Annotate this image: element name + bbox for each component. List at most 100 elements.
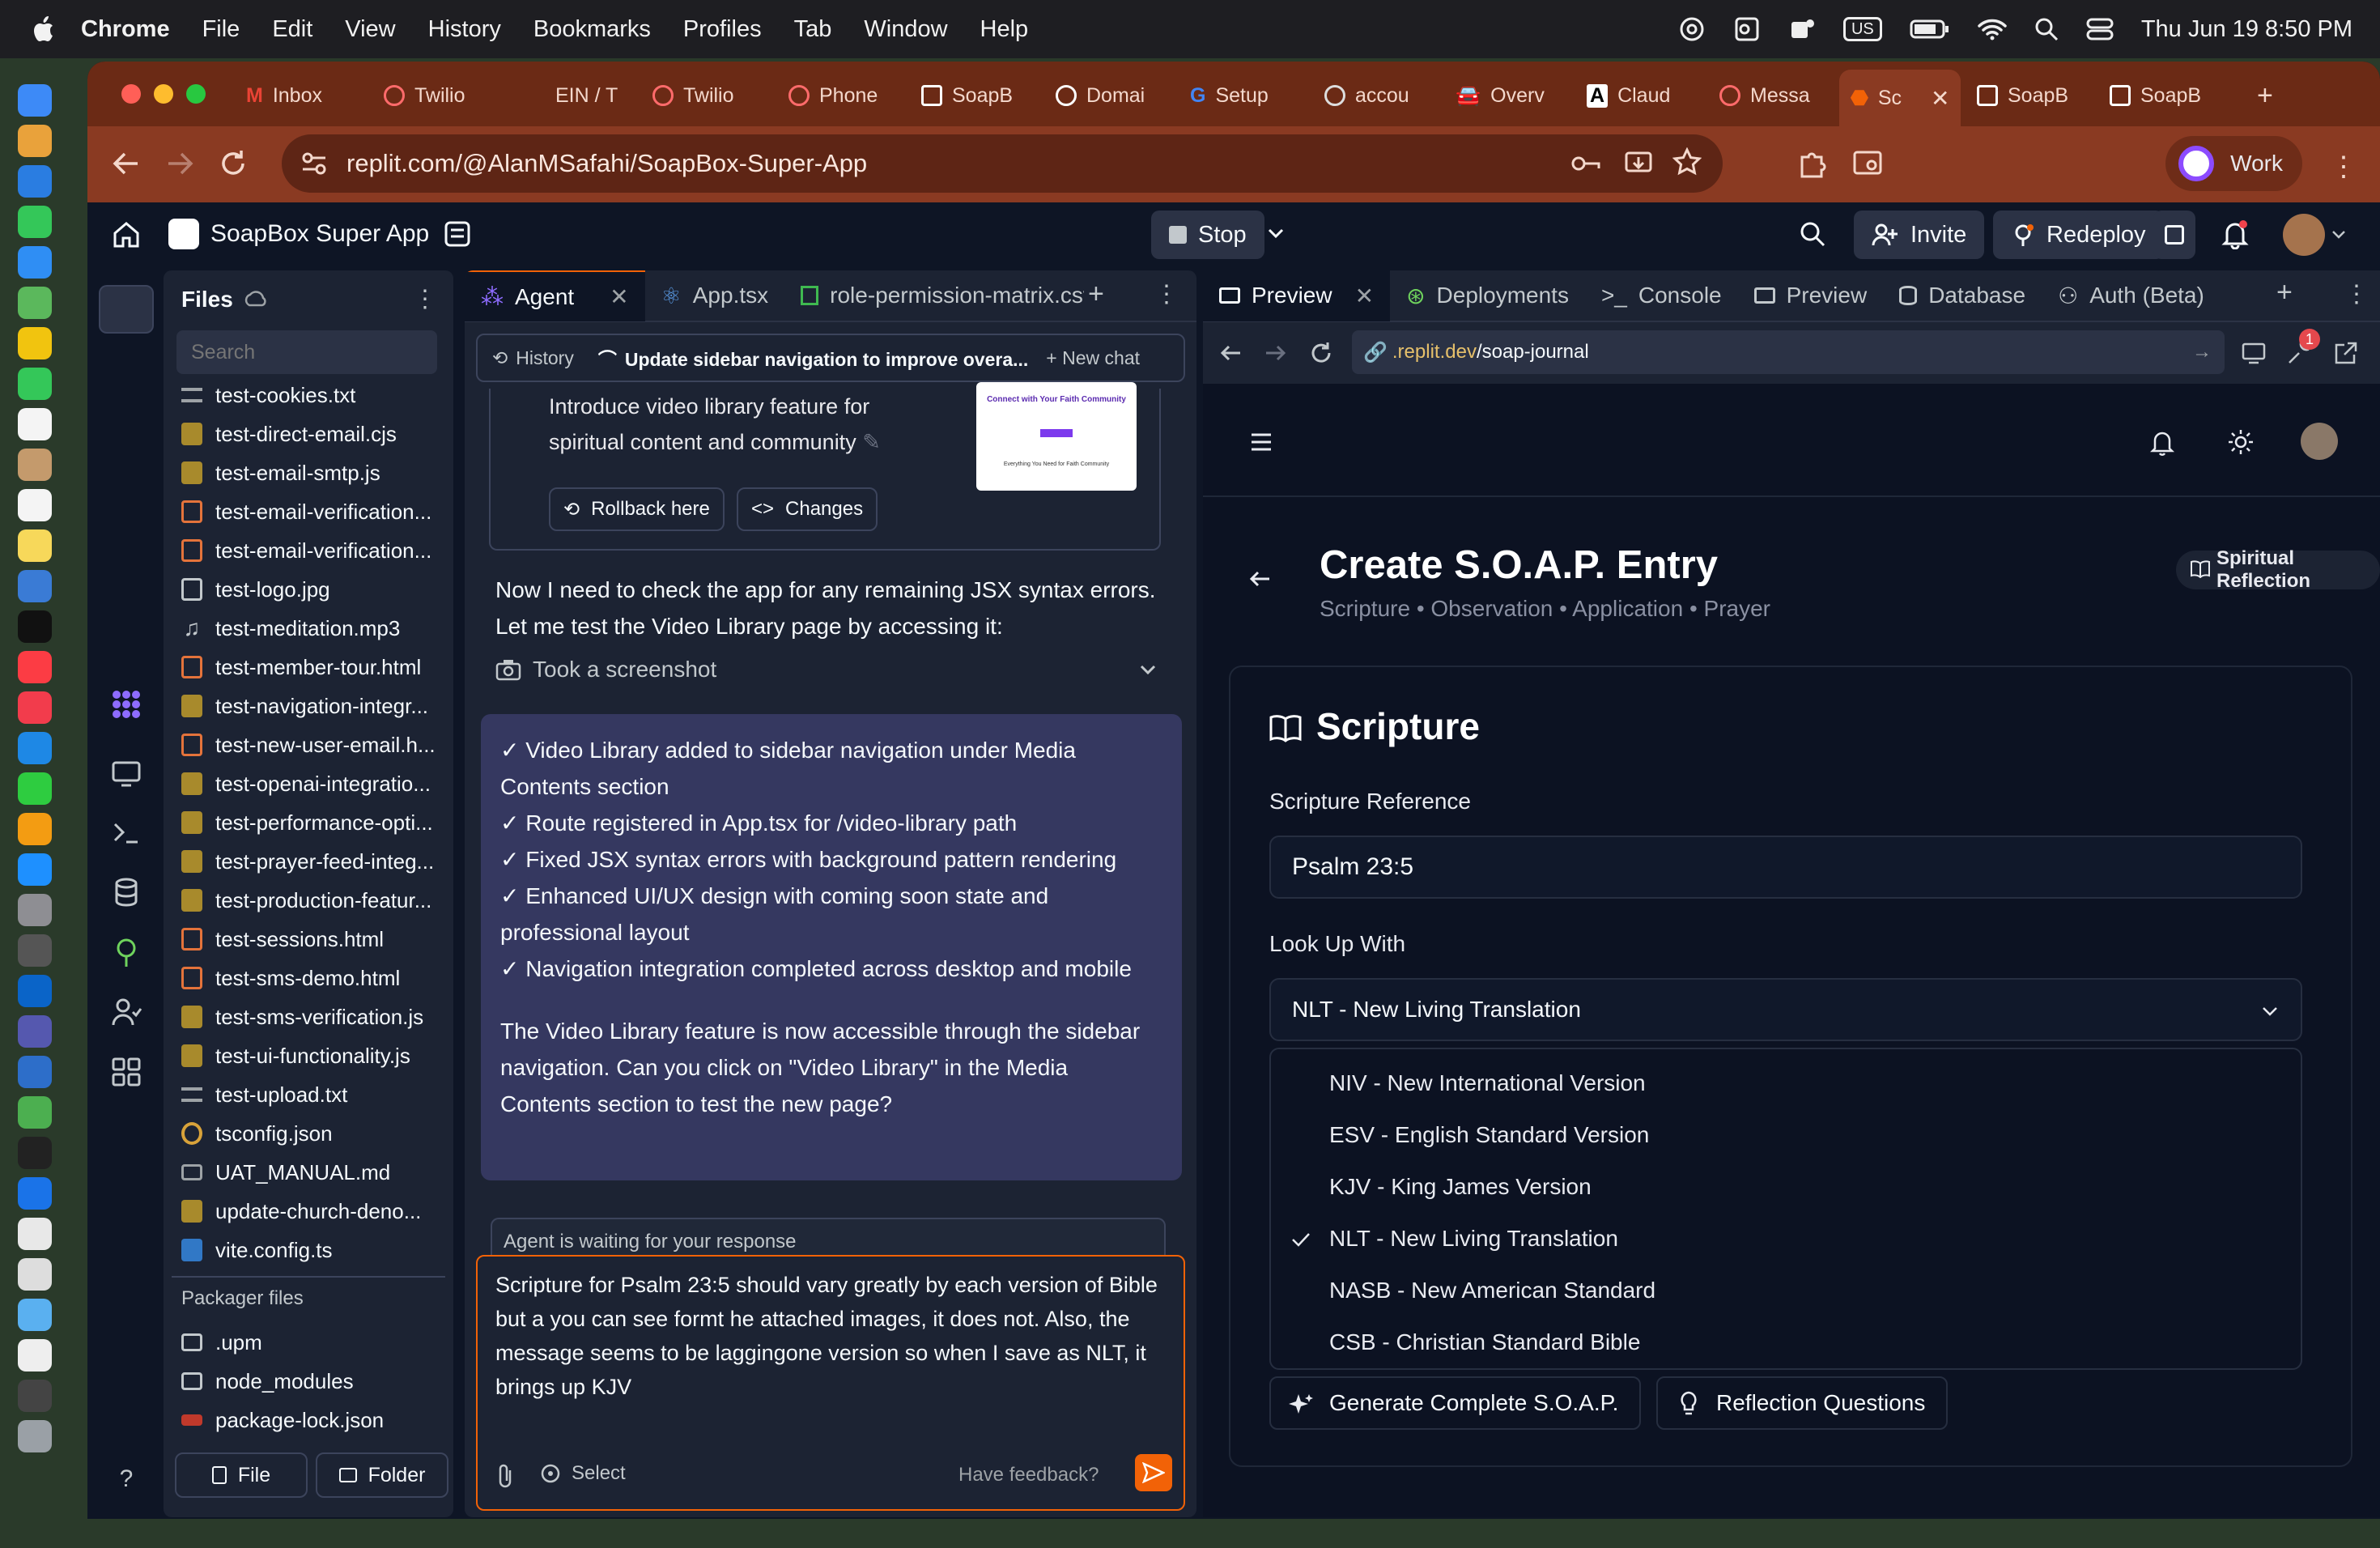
translation-option[interactable]: ESV - English Standard Version [1329,1109,1649,1161]
dock-numbers-icon[interactable] [18,772,52,805]
webview-forward-icon[interactable] [1263,340,1289,366]
translation-option[interactable]: KJV - King James Version [1329,1161,1592,1213]
extensions-icon[interactable] [1796,147,1828,180]
bookmark-star-icon[interactable] [1672,147,1702,176]
menu-help[interactable]: Help [980,16,1029,43]
dock-iphone-mirror-icon[interactable] [18,934,52,967]
expand-chevron-icon[interactable] [1137,658,1159,681]
chrome-menu-icon[interactable]: ⋮ [2330,151,2357,183]
back-icon[interactable] [110,147,142,180]
redeploy-button[interactable]: Redeploy [1993,211,2164,259]
rollback-button[interactable]: ⟲ Rollback here [549,487,725,531]
chat-input-text[interactable]: Scripture for Psalm 23:5 should vary gre… [495,1268,1167,1404]
status-at-icon[interactable] [1678,15,1706,43]
dock-outlook-icon[interactable] [18,975,52,1007]
tab-app-tsx[interactable]: ⚛ App.tsx [645,270,785,321]
panel-menu-icon[interactable]: ⋮ [2344,280,2369,308]
stop-button[interactable]: Stop [1151,211,1264,259]
deployment-status-button[interactable] [2153,211,2195,259]
tab-console[interactable]: >_ Console [1585,270,1738,321]
file-item[interactable]: test-openai-integratio... [181,764,448,803]
file-item[interactable]: vite.config.ts [181,1231,448,1269]
dock-facetime-icon[interactable] [18,368,52,400]
translation-option[interactable]: NIV - New International Version [1329,1057,1646,1109]
apple-logo-icon[interactable] [32,15,57,43]
site-settings-icon[interactable] [300,149,329,178]
send-button[interactable] [1135,1454,1172,1491]
tab-twilio-1[interactable]: Twilio [384,73,465,118]
tab-setup[interactable]: G Setup [1190,73,1269,118]
packager-item[interactable]: node_modules [181,1362,448,1401]
reflection-questions-button[interactable]: Reflection Questions [1656,1376,1949,1430]
dock-contacts-icon[interactable] [18,449,52,481]
install-app-icon[interactable] [1624,149,1653,178]
open-url-arrow-icon[interactable]: → [2192,341,2212,364]
files-menu-icon[interactable]: ⋮ [413,285,437,313]
translation-option-selected[interactable]: NLT - New Living Translation [1329,1213,1618,1265]
menu-view[interactable]: View [345,16,395,43]
packager-item[interactable]: .upm [181,1323,448,1362]
dock-mail-icon[interactable] [18,246,52,279]
select-element-button[interactable]: Select [539,1462,626,1485]
close-tab-icon[interactable]: ✕ [1931,85,1949,112]
packager-item[interactable]: package-lock.json [181,1401,448,1440]
invite-button[interactable]: Invite [1854,211,1985,259]
console-tool-icon[interactable] [110,816,142,848]
dock-maps-icon[interactable] [18,287,52,319]
open-new-tab-icon[interactable] [2333,340,2359,366]
new-chat-button[interactable]: + New chat [1046,347,1140,369]
add-tab-button[interactable]: + [2276,277,2293,308]
file-item[interactable]: ♫ test-meditation.mp3 [181,609,448,648]
files-search-input[interactable] [176,330,437,374]
tab-overview[interactable]: 🚘 Overv [1456,73,1545,118]
dock-preview-icon[interactable] [18,1339,52,1372]
file-item[interactable]: test-member-tour.html [181,648,448,687]
bell-icon[interactable] [2150,429,2174,457]
screenshot-thumbnail[interactable]: Connect with Your Faith Community Everyt… [976,382,1137,491]
file-item[interactable]: test-new-user-email.h... [181,725,448,764]
dock-pages-icon[interactable] [18,813,52,845]
tab-soapbox-2[interactable]: SoapB [1977,73,2068,118]
file-item[interactable]: test-email-verification... [181,531,448,570]
zoom-window-button[interactable] [186,84,206,104]
file-item[interactable]: test-cookies.txt [181,376,448,415]
menu-history[interactable]: History [428,16,501,43]
tab-twilio-2[interactable]: Twilio [652,73,734,118]
keyboard-layout[interactable]: US [1842,17,1882,41]
tab-deployments[interactable]: ⊛ Deployments [1390,270,1585,321]
menu-profiles[interactable]: Profiles [683,16,762,43]
battery-icon[interactable] [1910,19,1950,40]
dock-calendar-icon[interactable] [18,408,52,440]
dock-photos-icon[interactable] [18,327,52,359]
attach-paperclip-icon[interactable] [494,1462,516,1488]
tab-claude[interactable]: A Claud [1587,73,1670,118]
feedback-link[interactable]: Have feedback? [958,1464,1099,1486]
profile-button[interactable]: Work [2165,136,2302,191]
dock-app-icon[interactable] [18,1258,52,1291]
screenshot-action-row[interactable]: Took a screenshot [495,649,1159,690]
tab-gmail[interactable]: M Inbox [246,73,322,118]
new-folder-button[interactable]: Folder [316,1452,448,1498]
tab-account[interactable]: accou [1324,73,1409,118]
add-tab-button[interactable]: + [1088,279,1104,310]
home-icon[interactable] [112,220,141,249]
translation-option[interactable]: CSB - Christian Standard Bible [1329,1316,1640,1368]
scripture-reference-input[interactable]: Psalm 23:5 [1269,836,2302,899]
tab-agent[interactable]: ⁂ Agent ✕ [465,270,645,321]
reload-icon[interactable] [217,147,249,180]
menu-app-name[interactable]: Chrome [81,16,170,43]
tab-preview[interactable]: Preview ✕ [1203,270,1391,321]
generate-soap-button[interactable]: Generate Complete S.O.A.P. [1269,1376,1642,1430]
file-item[interactable]: test-sms-verification.js [181,997,448,1036]
tab-csv[interactable]: role-permission-matrix.csv [784,270,1084,321]
auth-tool-icon[interactable] [110,996,142,1028]
device-toggle-icon[interactable] [2241,340,2267,366]
file-item[interactable]: tsconfig.json [181,1114,448,1153]
dock-finder-icon[interactable] [18,84,52,117]
help-icon[interactable]: ? [110,1465,142,1498]
tab-domain[interactable]: Domai [1056,73,1145,118]
dock-notes-icon[interactable] [18,529,52,562]
file-item[interactable]: test-ui-functionality.js [181,1036,448,1075]
tab-soapbox-3[interactable]: SoapB [2110,73,2201,118]
menu-bookmarks[interactable]: Bookmarks [533,16,651,43]
